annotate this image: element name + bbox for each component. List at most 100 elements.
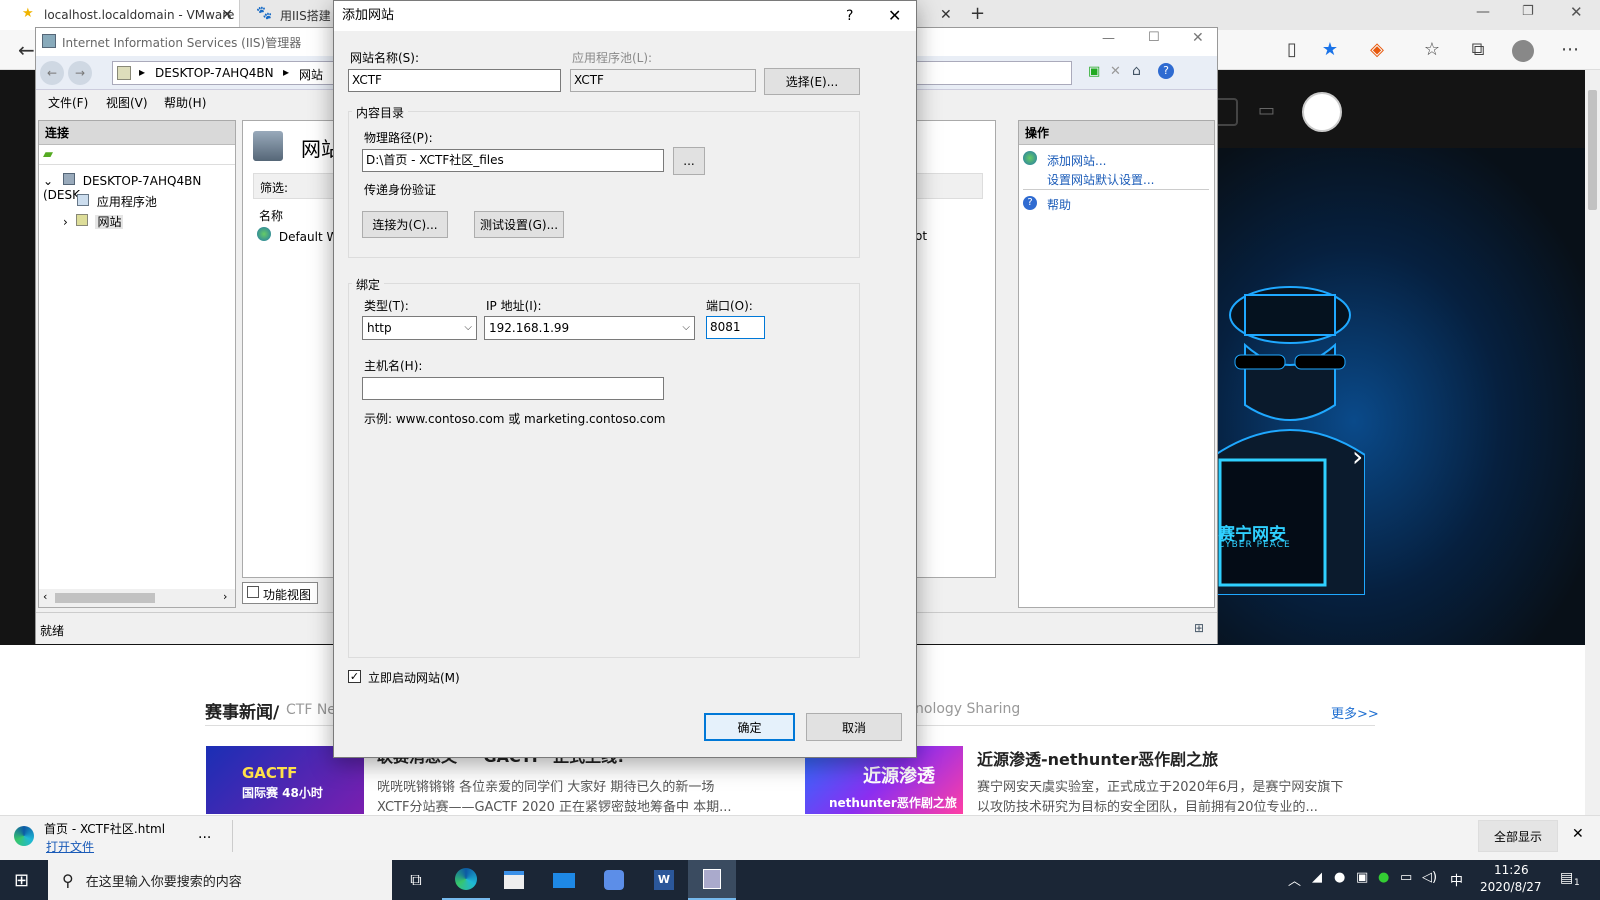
close-window-icon[interactable]: ✕ <box>1192 30 1204 46</box>
scrollbar-thumb[interactable] <box>1588 90 1597 210</box>
edge-app-icon[interactable] <box>442 860 490 900</box>
breadcrumb-server[interactable]: DESKTOP-7AHQ4BN <box>155 66 274 80</box>
tab-iis-guide[interactable]: 🐾 用IIS搭建 <box>242 0 332 30</box>
task-view-icon[interactable]: ⧉ <box>392 860 440 900</box>
volume-icon[interactable]: ◁) <box>1422 870 1437 885</box>
scrollbar-thumb[interactable] <box>55 593 155 603</box>
battery-icon[interactable]: ▭ <box>1400 870 1412 885</box>
home-icon[interactable]: ⌂ <box>1132 63 1141 79</box>
tree-node-app-pools[interactable]: 应用程序池 <box>77 193 157 210</box>
clock-time[interactable]: 11:26 <box>1494 863 1529 877</box>
table-row[interactable]: Default W <box>257 227 338 244</box>
back-icon[interactable]: ← <box>40 61 64 85</box>
site-name-input[interactable]: XCTF <box>348 69 561 92</box>
taskbar-search[interactable]: ⚲ 在这里输入你要搜索的内容 <box>48 860 392 900</box>
close-download-bar-icon[interactable]: ✕ <box>1572 826 1584 842</box>
open-file-link[interactable]: 打开文件 <box>46 838 94 855</box>
ip-address-value: 192.168.1.99 <box>489 321 570 335</box>
close-tab-icon[interactable]: ✕ <box>940 7 952 23</box>
browse-button[interactable]: ... <box>673 147 705 175</box>
breadcrumb-sites[interactable]: 网站 <box>299 66 323 83</box>
menu-file[interactable]: 文件(F) <box>48 94 88 111</box>
help-icon[interactable]: ? <box>1158 63 1174 79</box>
close-window-icon[interactable]: ✕ <box>1570 3 1583 21</box>
host-name-label: 主机名(H): <box>364 359 423 373</box>
security-icon[interactable]: ▣ <box>1356 870 1368 885</box>
close-tab-icon[interactable]: ✕ <box>221 7 233 23</box>
port-input[interactable]: 8081 <box>706 316 765 339</box>
action-add-site[interactable]: 添加网站... <box>1047 152 1106 169</box>
tree-node-sites[interactable]: › 网站 <box>63 213 124 230</box>
connect-icon[interactable]: ▰ <box>43 147 53 162</box>
start-site-label[interactable]: 立即启动网站(M) <box>368 669 460 686</box>
download-filename: 首页 - XCTF社区.html <box>44 822 166 836</box>
help-button[interactable]: ? <box>846 1 853 31</box>
minimize-icon[interactable]: — <box>1476 4 1490 20</box>
sites-icon <box>253 131 283 161</box>
refresh-icon[interactable]: ▣ <box>1088 64 1100 79</box>
carousel-next-icon[interactable]: › <box>1352 440 1363 473</box>
host-name-input[interactable] <box>362 377 664 400</box>
connect-as-button[interactable]: 连接为(C)... <box>362 211 448 238</box>
chevron-down-icon[interactable]: ⌄ <box>43 174 53 188</box>
message-icon[interactable]: ▭ <box>1258 100 1275 121</box>
reader-icon[interactable]: ▯ <box>1280 38 1304 62</box>
article-title[interactable]: 近源渗透-nethunter恶作剧之旅 <box>977 746 1218 770</box>
type-select[interactable]: http ⌵ <box>362 316 477 340</box>
forward-icon[interactable]: → <box>68 61 92 85</box>
type-label: 类型(T): <box>364 299 409 313</box>
favorites-icon[interactable]: ☆ <box>1420 38 1444 62</box>
physical-path-input[interactable]: D:\首页 - XCTF社区_files <box>362 149 664 172</box>
network-icon[interactable]: ◢ <box>1312 870 1322 885</box>
chevron-up-icon[interactable]: ︿ <box>1288 870 1301 889</box>
ip-address-select[interactable]: 192.168.1.99 ⌵ <box>484 316 695 340</box>
qq-icon[interactable]: ● <box>1334 870 1345 885</box>
close-icon[interactable]: ✕ <box>888 1 901 31</box>
test-settings-button[interactable]: 测试设置(G)... <box>474 211 564 238</box>
back-icon[interactable]: ← <box>18 38 35 62</box>
clock-date[interactable]: 2020/8/27 <box>1480 880 1542 894</box>
wechat-icon[interactable]: ● <box>1378 870 1389 885</box>
menu-help[interactable]: 帮助(H) <box>164 94 206 111</box>
tab-feature-view[interactable]: 功能视图 <box>242 582 318 604</box>
profile-avatar-icon[interactable] <box>1512 40 1534 62</box>
collections-icon[interactable]: ⧉ <box>1466 38 1490 62</box>
download-more-button[interactable]: ... <box>198 826 211 842</box>
globe-icon <box>257 227 271 241</box>
news-heading-sub: CTF Ne <box>286 702 336 718</box>
windows-start-icon[interactable]: ⊞ <box>14 870 29 891</box>
favorite-star-icon[interactable]: ★ <box>1318 38 1342 62</box>
iis-manager-app-icon[interactable] <box>688 860 736 900</box>
chevron-right-icon[interactable]: › <box>63 215 68 229</box>
notification-icon[interactable]: ▤ <box>1560 870 1573 886</box>
start-site-checkbox[interactable]: ✓ <box>348 670 361 683</box>
more-link[interactable]: 更多>> <box>1331 703 1379 722</box>
minimize-icon[interactable]: — <box>1102 31 1115 46</box>
column-header-name[interactable]: 名称 <box>259 207 283 224</box>
maximize-icon[interactable]: ☐ <box>1148 30 1160 45</box>
menu-view[interactable]: 视图(V) <box>106 94 148 111</box>
mail-app-icon[interactable] <box>540 860 588 900</box>
user-avatar[interactable] <box>1302 92 1342 132</box>
feishu-app-icon[interactable] <box>590 860 638 900</box>
vmware-icon: ★ <box>22 6 34 21</box>
new-tab-button[interactable]: + <box>970 3 985 24</box>
stop-icon[interactable]: ✕ <box>1110 64 1121 79</box>
horizontal-scrollbar[interactable]: ‹ › <box>39 589 235 607</box>
ok-button[interactable]: 确定 <box>704 713 795 741</box>
select-app-pool-button[interactable]: 选择(E)... <box>764 68 860 95</box>
scroll-left-icon[interactable]: ‹ <box>43 590 47 603</box>
cancel-button[interactable]: 取消 <box>806 713 902 741</box>
action-site-defaults[interactable]: 设置网站默认设置... <box>1047 171 1154 188</box>
tab-vmware[interactable]: ★ localhost.localdomain - VMware ✕ <box>0 0 240 30</box>
restore-icon[interactable]: ❐ <box>1522 4 1534 19</box>
action-help[interactable]: 帮助 <box>1047 196 1071 213</box>
extension-icon[interactable]: ◈ <box>1365 38 1389 62</box>
scroll-right-icon[interactable]: › <box>223 590 227 603</box>
more-menu-icon[interactable]: ⋯ <box>1558 38 1582 62</box>
store-app-icon[interactable] <box>490 860 538 900</box>
ime-indicator[interactable]: 中 <box>1450 870 1463 889</box>
show-all-button[interactable]: 全部显示 <box>1478 820 1558 852</box>
feature-view-icon <box>247 586 259 598</box>
word-app-icon[interactable]: W <box>640 860 688 900</box>
